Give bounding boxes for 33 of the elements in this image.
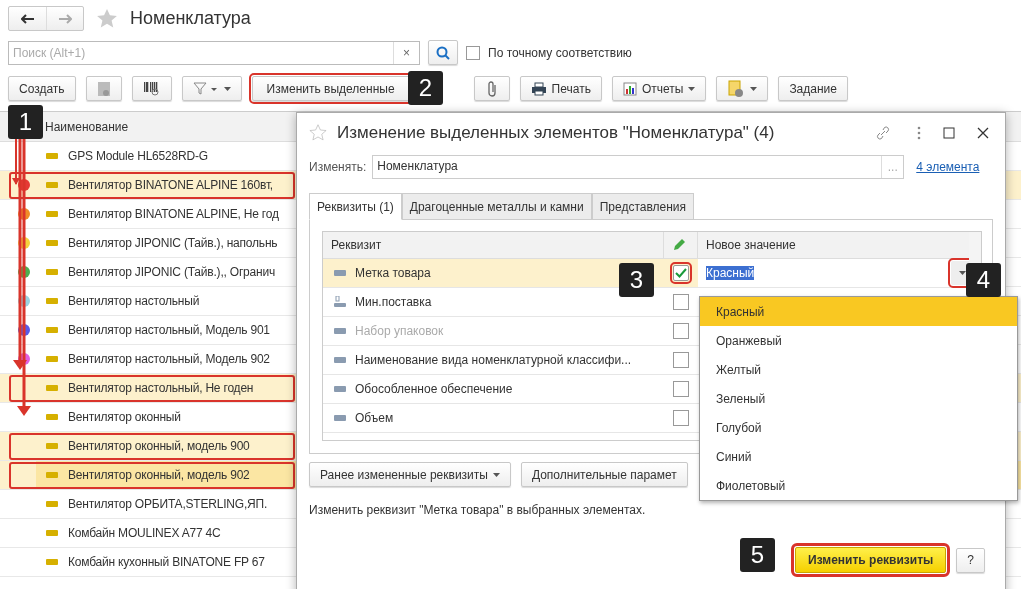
page-title: Номенклатура (130, 8, 251, 29)
item-name: Комбайн MOULINEX A77 4C (68, 526, 221, 540)
column-header: Реквизит (323, 232, 664, 258)
step-number-tooltip: 4 (966, 263, 1001, 297)
item-name: Вентилятор настольный, Не годен (68, 381, 254, 395)
item-name: Вентилятор настольный, Модель 901 (68, 323, 270, 337)
item-name: Вентилятор настольный (68, 294, 200, 308)
item-name: Вентилятор настольный, Модель 902 (68, 352, 270, 366)
attribute-name: Мин.поставка (355, 295, 432, 309)
step-number-tooltip: 2 (408, 71, 443, 105)
item-name: Вентилятор JIPONIC (Тайв.),, Огранич (68, 265, 276, 279)
item-name: Вентилятор JIPONIC (Тайв.), напольнь (68, 236, 278, 250)
item-name: Вентилятор BINATONE ALPINE, Не год (68, 207, 279, 221)
item-name: Вентилятор BINATONE ALPINE 160вт, (68, 178, 273, 192)
attribute-name: Обособленное обеспечение (355, 382, 513, 396)
step-number-tooltip: 5 (740, 538, 775, 572)
step-number-tooltip: 3 (619, 263, 654, 297)
item-name: GPS Module HL6528RD-G (68, 149, 208, 163)
item-name: Вентилятор оконный (68, 410, 181, 424)
item-name: Вентилятор ОРБИТА,STERLING,ЯП. (68, 497, 268, 511)
field-label: Изменять: (309, 160, 367, 174)
item-name: Вентилятор оконный, модель 902 (68, 468, 250, 482)
item-name: Комбайн кухонный BINATONE FP 67 (68, 555, 265, 569)
checkbox-label: По точному соответствию (488, 45, 632, 60)
info-text: Изменить реквизит "Метка товара" в выбранных элементах. (309, 503, 647, 517)
step-number-tooltip: 1 (8, 105, 43, 139)
attribute-name: Набор упаковок (355, 324, 444, 338)
dialog-title: Изменение выделенных элементов "Номенклатура" (4) (337, 123, 775, 143)
item-name: Вентилятор оконный, модель 900 (68, 439, 250, 453)
attribute-name: Объем (355, 411, 394, 425)
attribute-name: Метка товара (355, 266, 431, 280)
attribute-name: Наименование вида номенклатурной классифи... (355, 353, 632, 367)
column-header: Новое значение (705, 237, 797, 254)
